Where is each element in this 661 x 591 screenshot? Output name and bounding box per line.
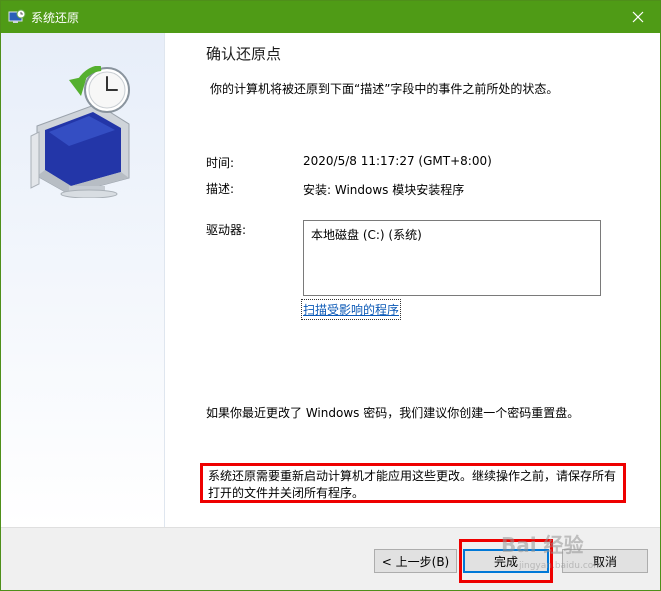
page-subtitle: 你的计算机将被还原到下面“描述”字段中的事件之前所处的状态。 (210, 82, 559, 96)
drive-item-c[interactable]: 本地磁盘 (C:) (系统) (311, 226, 422, 243)
time-value: 2020/5/8 11:17:27 (GMT+8:00) (303, 154, 492, 168)
time-label: 时间: (206, 156, 235, 170)
restore-computer-icon (30, 66, 130, 198)
system-restore-icon (8, 9, 26, 23)
restart-warning: 系统还原需要重新启动计算机才能应用这些更改。继续操作之前，请保存所有 打开的文件… (200, 463, 626, 503)
cancel-button[interactable]: 取消 (562, 549, 648, 573)
restart-warning-line1: 系统还原需要重新启动计算机才能应用这些更改。继续操作之前，请保存所有 (208, 469, 617, 483)
drives-list[interactable]: 本地磁盘 (C:) (系统) (303, 220, 601, 296)
finish-button[interactable]: 完成 (463, 549, 549, 573)
drives-label: 驱动器: (206, 223, 247, 237)
close-icon (632, 11, 644, 23)
page-title: 确认还原点 (206, 45, 282, 63)
scan-affected-programs-link[interactable]: 扫描受影响的程序 (300, 299, 402, 320)
password-reset-note: 如果你最近更改了 Windows 密码，我们建议你创建一个密码重置盘。 (206, 406, 580, 420)
window-title: 系统还原 (31, 11, 80, 25)
title-bar[interactable]: 系统还原 (1, 1, 660, 33)
system-restore-window: 系统还原 确认还原点 你的计算机将被还原到下面“描述”字段中的事件之前所处的状态… (0, 0, 661, 591)
content-area: 确认还原点 你的计算机将被还原到下面“描述”字段中的事件之前所处的状态。 时间:… (166, 33, 660, 527)
description-label: 描述: (206, 182, 235, 196)
back-button[interactable]: < 上一步(B) (374, 549, 457, 573)
restart-warning-line2: 打开的文件并关闭所有程序。 (208, 486, 365, 500)
button-bar: < 上一步(B) 完成 取消 (1, 527, 660, 590)
close-button[interactable] (616, 1, 660, 33)
side-panel (1, 33, 165, 527)
description-value: 安装: Windows 模块安装程序 (303, 183, 465, 197)
